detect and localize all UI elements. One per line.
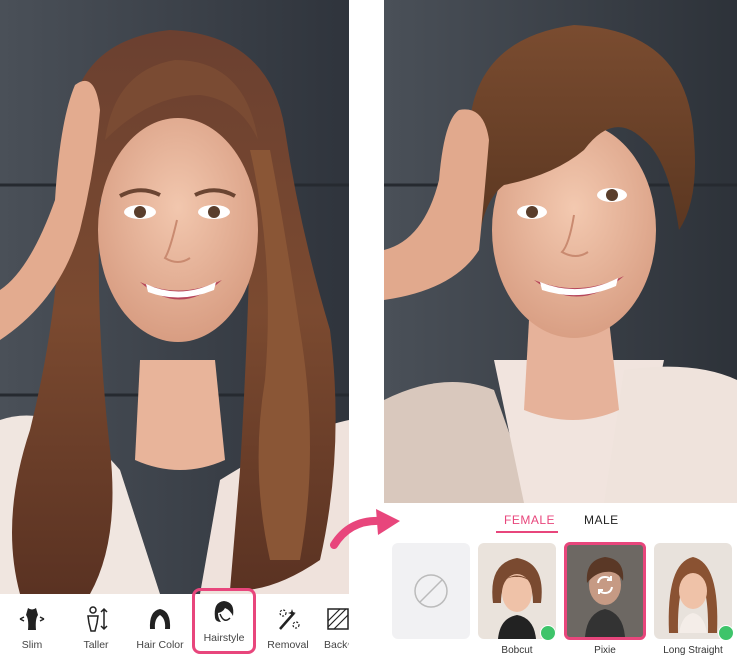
background-icon [327, 608, 349, 630]
hairstyle-pixie[interactable] [564, 542, 646, 640]
hairstyle-label: Long Straight [663, 645, 723, 656]
editing-toolbar: Slim Taller Hair Color Hairstyle Removal… [0, 588, 349, 658]
tool-taller[interactable]: Taller [64, 594, 128, 658]
before-screen: Slim Taller Hair Color Hairstyle Removal… [0, 0, 349, 658]
tab-female[interactable]: FEMALE [504, 513, 555, 527]
tool-label: Hairstyle [203, 632, 245, 644]
removal-icon [279, 609, 300, 630]
hairstyle-label: Pixie [594, 645, 616, 656]
tool-slim[interactable]: Slim [0, 594, 64, 658]
tool-label: Taller [83, 639, 109, 651]
hairstyle-none[interactable] [392, 543, 470, 639]
transition-arrow-icon [330, 509, 400, 549]
taller-icon [87, 606, 108, 632]
hair-color-icon [149, 609, 171, 629]
active-tab-indicator [496, 531, 558, 533]
tool-hair-color[interactable]: Hair Color [128, 594, 192, 658]
long-straight-thumbnail [668, 557, 718, 633]
hairstyle-icon [214, 601, 234, 622]
gender-tabs: FEMALE MALE [384, 511, 737, 535]
long-straight-check-icon [718, 625, 734, 641]
hairstyle-label: Bobcut [501, 645, 533, 656]
slim-icon [19, 608, 45, 630]
bobcut-check-icon [540, 625, 556, 641]
after-photo [384, 0, 737, 503]
hairstyle-long-straight[interactable] [654, 543, 732, 639]
none-icon [414, 574, 448, 608]
before-photo [0, 0, 349, 594]
tool-label: Slim [21, 639, 43, 651]
tool-hairstyle[interactable]: Hairstyle [192, 588, 256, 654]
hairstyle-panel: FEMALE MALE Bobcut Pixie Long Straight [384, 503, 737, 658]
tool-background[interactable]: Backg [320, 594, 349, 658]
swap-icon [597, 575, 613, 595]
after-screen: FEMALE MALE Bobcut Pixie Long Straight [384, 0, 737, 658]
tool-removal[interactable]: Removal [256, 594, 320, 658]
tab-male[interactable]: MALE [584, 513, 619, 527]
tool-label: Backg [324, 639, 349, 651]
tool-label: Removal [267, 639, 309, 651]
tool-label: Hair Color [136, 639, 184, 651]
